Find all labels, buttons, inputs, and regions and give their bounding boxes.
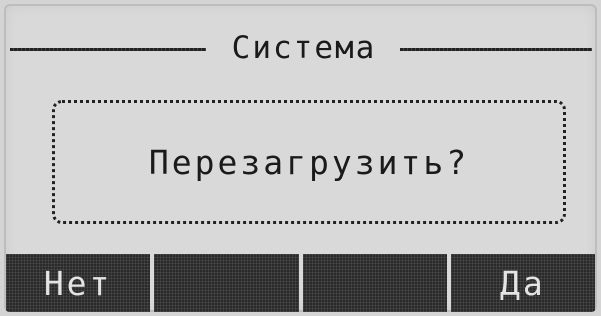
screen-title: Система <box>231 30 377 66</box>
title-divider-left <box>10 48 206 51</box>
softkey-2-button[interactable] <box>154 254 299 312</box>
title-bar: Система <box>4 28 597 68</box>
title-divider-right <box>400 48 592 51</box>
dialog-message: Перезагрузить? <box>148 142 470 182</box>
lcd-screen: Система Перезагрузить? Нет Да <box>4 4 597 312</box>
confirm-dialog: Перезагрузить? <box>52 100 566 224</box>
softkey-no-button[interactable]: Нет <box>6 254 151 312</box>
softkey-yes-button[interactable]: Да <box>450 254 595 312</box>
softkey-3-button[interactable] <box>302 254 447 312</box>
softkey-bar: Нет Да <box>4 254 597 312</box>
